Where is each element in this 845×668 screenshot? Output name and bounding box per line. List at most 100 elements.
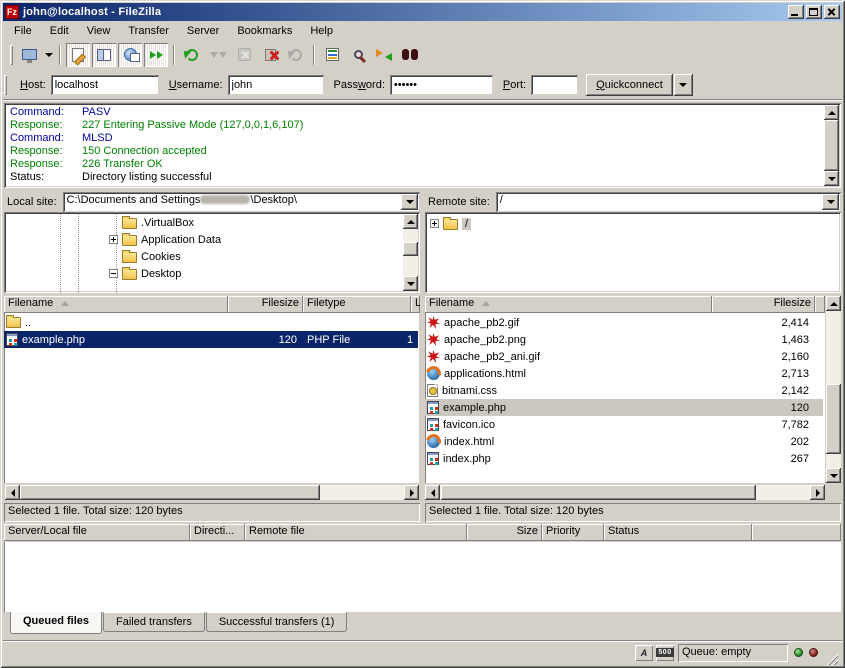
minimize-icon <box>791 14 798 16</box>
column-header-directi-[interactable]: Directi... <box>190 524 245 541</box>
menu-item-transfer[interactable]: Transfer <box>119 23 178 39</box>
close-button[interactable] <box>824 5 840 19</box>
resize-grip[interactable] <box>824 651 838 665</box>
tree-item-desktop[interactable]: Desktop <box>109 265 181 282</box>
tree-expander-icon[interactable] <box>430 219 439 228</box>
column-header-remote-file[interactable]: Remote file <box>245 524 467 541</box>
disconnect-button[interactable] <box>258 43 282 67</box>
column-header-filesize[interactable]: Filesize <box>228 296 303 313</box>
column-header-filesize[interactable]: Filesize <box>712 296 815 313</box>
file-row-applications-html[interactable]: applications.html2,713 <box>425 365 823 382</box>
column-header-status[interactable]: Status <box>604 524 752 541</box>
file-row-example-php[interactable]: example.php120PHP File1 <box>4 331 418 348</box>
synchronized-browsing-button[interactable] <box>372 43 396 67</box>
menu-item-view[interactable]: View <box>78 23 120 39</box>
tab-successful-transfers-1-[interactable]: Successful transfers (1) <box>206 612 348 632</box>
column-header-blank[interactable] <box>815 296 825 313</box>
toggle-message-log-button[interactable] <box>66 43 90 67</box>
password-input[interactable] <box>390 75 493 95</box>
column-header-priority[interactable]: Priority <box>542 524 604 541</box>
remote-status-text: Selected 1 file. Total size: 120 bytes <box>425 503 841 522</box>
quickconnect-bar: Host: Username: Password: Port: Quickcon… <box>3 68 842 101</box>
minimize-button[interactable] <box>788 5 804 19</box>
local-hscrollbar[interactable] <box>5 485 419 500</box>
column-header-filename[interactable]: Filename <box>425 296 712 313</box>
toggle-local-tree-button[interactable] <box>92 43 116 67</box>
tree-expander-icon[interactable] <box>109 235 118 244</box>
remote-tree-icon <box>124 48 137 61</box>
tree-item-root[interactable]: / <box>430 215 471 232</box>
remote-vscrollbar[interactable] <box>826 296 841 483</box>
transfer-queue-panel: Server/Local fileDirecti...Remote fileSi… <box>4 524 841 612</box>
led-green-icon <box>794 648 803 657</box>
file-row--[interactable]: .. <box>4 314 418 331</box>
transfer-type-indicator[interactable]: A <box>635 645 653 661</box>
column-header-l[interactable]: L <box>411 296 420 313</box>
file-row-apache_pb2_ani-gif[interactable]: apache_pb2_ani.gif2,160 <box>425 348 823 365</box>
tab-failed-transfers[interactable]: Failed transfers <box>103 612 205 632</box>
directory-listing-filters-button[interactable] <box>320 43 344 67</box>
site-manager-dropdown-button[interactable] <box>42 43 55 67</box>
menu-item-file[interactable]: File <box>5 23 41 39</box>
php-file-icon <box>6 333 18 346</box>
file-row-favicon-ico[interactable]: favicon.ico7,782 <box>425 416 823 433</box>
menu-item-help[interactable]: Help <box>301 23 342 39</box>
port-input[interactable] <box>531 75 578 95</box>
toggle-remote-tree-button[interactable] <box>118 43 142 67</box>
column-header-filetype[interactable]: Filetype <box>303 296 411 313</box>
log-line-text: MLSD <box>82 132 113 145</box>
process-queue-button[interactable] <box>206 43 230 67</box>
maximize-button[interactable] <box>806 5 822 19</box>
menu-item-edit[interactable]: Edit <box>41 23 78 39</box>
toolbar-grip[interactable] <box>10 45 13 65</box>
site-manager-button[interactable] <box>17 43 41 67</box>
speed-limit-icon: 500 <box>656 648 673 657</box>
file-row-bitnami-css[interactable]: bitnami.css2,142 <box>425 382 823 399</box>
tree-item-cookies[interactable]: Cookies <box>109 248 181 265</box>
quickconnect-button[interactable]: Quickconnect <box>586 74 673 96</box>
queue-arrows-icon <box>150 51 163 59</box>
menu-item-bookmarks[interactable]: Bookmarks <box>228 23 301 39</box>
file-row-index-html[interactable]: index.html202 <box>425 433 823 450</box>
title-bar[interactable]: Fz john@localhost - FileZilla <box>3 3 842 21</box>
file-row-apache_pb2-png[interactable]: apache_pb2.png1,463 <box>425 331 823 348</box>
remote-site-dropdown[interactable] <box>822 194 839 210</box>
quickconnect-dropdown-button[interactable] <box>674 74 693 96</box>
message-log-lines: Command:PASVResponse:227 Entering Passiv… <box>6 106 824 184</box>
find-files-button[interactable] <box>398 43 422 67</box>
local-tree-scrollbar[interactable] <box>403 214 418 291</box>
speed-limits-indicator[interactable]: 500 <box>656 645 674 661</box>
tree-item--virtualbox[interactable]: .VirtualBox <box>109 214 194 231</box>
filename-text: index.html <box>444 434 494 450</box>
column-header-size[interactable]: Size <box>467 524 542 541</box>
refresh-button[interactable] <box>180 43 204 67</box>
column-header-filename[interactable]: Filename <box>4 296 228 313</box>
php-file-icon <box>427 452 439 465</box>
column-header-server-local-file[interactable]: Server/Local file <box>4 524 190 541</box>
remote-site-combobox[interactable]: / <box>496 192 841 212</box>
tab-queued-files[interactable]: Queued files <box>10 612 102 634</box>
message-log-icon <box>72 48 84 62</box>
column-header-blank[interactable] <box>752 524 841 541</box>
quickbar-grip[interactable] <box>4 75 7 95</box>
local-site-combobox[interactable]: C:\Documents and Settings\Desktop\ <box>63 192 420 212</box>
reconnect-icon <box>290 49 302 61</box>
local-site-dropdown[interactable] <box>401 194 418 210</box>
username-input[interactable] <box>228 75 324 95</box>
remote-hscrollbar[interactable] <box>425 485 825 500</box>
file-row-example-php[interactable]: example.php120 <box>425 399 823 416</box>
file-row-index-php[interactable]: index.php267 <box>425 450 823 467</box>
folder-icon <box>122 269 137 280</box>
tree-item-application-data[interactable]: Application Data <box>109 231 221 248</box>
file-row-apache_pb2-gif[interactable]: apache_pb2.gif2,414 <box>425 314 823 331</box>
menu-item-server[interactable]: Server <box>178 23 228 39</box>
reconnect-button[interactable] <box>284 43 308 67</box>
directory-comparison-button[interactable] <box>346 43 370 67</box>
filesize-cell <box>228 314 303 331</box>
tree-expander-icon[interactable] <box>109 269 118 278</box>
cancel-operation-button[interactable] <box>232 43 256 67</box>
filename-cell: .. <box>4 314 228 331</box>
host-input[interactable] <box>51 75 159 95</box>
message-log-scrollbar[interactable] <box>824 105 839 186</box>
toggle-transfer-queue-button[interactable] <box>144 43 168 67</box>
